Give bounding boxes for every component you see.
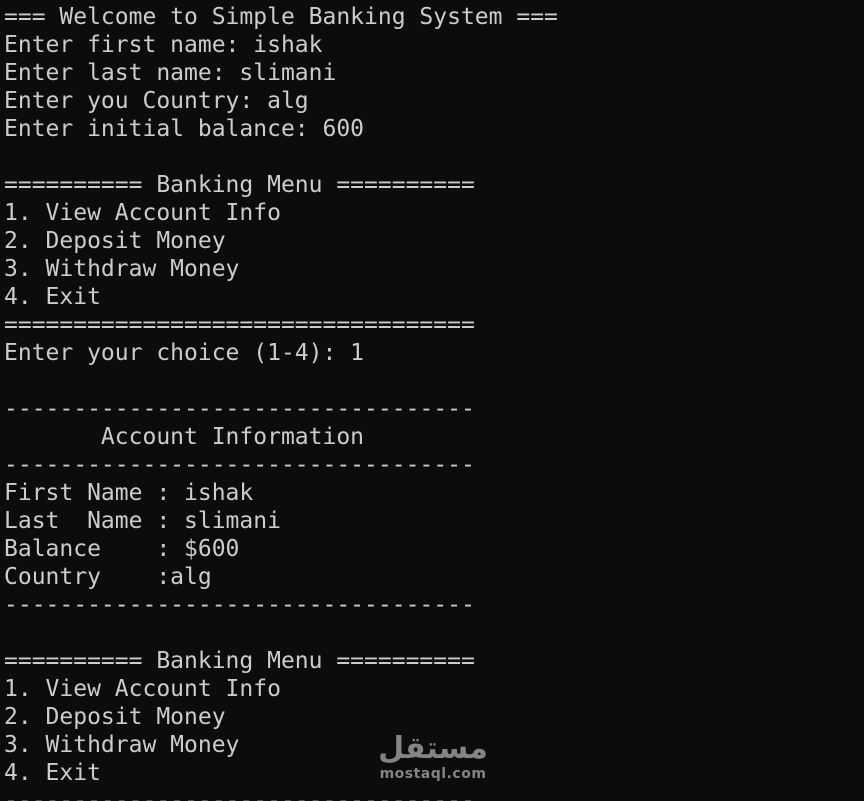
watermark-logo: مستقل — [378, 731, 488, 766]
menu-item-withdraw: 3. Withdraw Money — [4, 256, 240, 282]
menu-item-exit: 4. Exit — [4, 284, 101, 310]
menu-header: ========== Banking Menu ========== — [4, 648, 475, 674]
prompt-choice: Enter your choice (1-4): 1 — [4, 340, 365, 366]
menu-header: ========== Banking Menu ========== — [4, 172, 475, 198]
account-balance: Balance : $600 — [4, 536, 240, 562]
divider: ---------------------------------- — [4, 396, 475, 422]
prompt-country: Enter you Country: alg — [4, 88, 309, 114]
mostaql-watermark: مستقل mostaql.com — [378, 732, 488, 788]
account-last-name: Last Name : slimani — [4, 508, 281, 534]
menu-footer: ================================== — [4, 312, 475, 338]
menu-item-deposit: 2. Deposit Money — [4, 704, 226, 730]
account-info-title: Account Information — [4, 424, 365, 450]
divider: ---------------------------------- — [4, 592, 475, 618]
terminal-window[interactable]: === Welcome to Simple Banking System ===… — [0, 0, 864, 801]
divider: ---------------------------------- — [4, 452, 475, 478]
menu-item-view-account: 1. View Account Info — [4, 200, 281, 226]
prompt-last-name: Enter last name: slimani — [4, 60, 337, 86]
prompt-initial-balance: Enter initial balance: 600 — [4, 116, 365, 142]
divider: ---------------------------------- — [4, 788, 475, 801]
account-country: Country :alg — [4, 564, 212, 590]
menu-item-deposit: 2. Deposit Money — [4, 228, 226, 254]
watermark-site: mostaql.com — [379, 766, 487, 782]
account-first-name: First Name : ishak — [4, 480, 254, 506]
menu-item-view-account: 1. View Account Info — [4, 676, 281, 702]
welcome-banner: === Welcome to Simple Banking System === — [4, 4, 558, 30]
prompt-first-name: Enter first name: ishak — [4, 32, 323, 58]
